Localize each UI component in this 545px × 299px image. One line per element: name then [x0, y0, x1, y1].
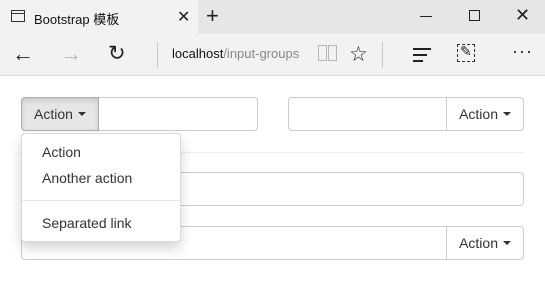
browser-tab[interactable]: Bootstrap 模板 ✕: [0, 0, 198, 34]
minimize-icon[interactable]: [420, 16, 432, 17]
tab-page-icon: [11, 10, 25, 22]
dropdown-menu: Action Another action Separated link: [21, 133, 181, 242]
refresh-icon[interactable]: ↻: [108, 42, 126, 66]
dropdown-item-another-action[interactable]: Another action: [22, 165, 180, 191]
caret-down-icon: [77, 112, 86, 116]
maximize-icon[interactable]: [469, 10, 480, 21]
reading-view-icon[interactable]: [318, 45, 338, 61]
address-bar[interactable]: localhost/input-groups: [172, 46, 299, 61]
title-bar: Bootstrap 模板 ✕ + ✕: [0, 0, 545, 34]
address-separator: [157, 42, 158, 68]
tab-title: Bootstrap 模板: [34, 12, 120, 27]
action-dropdown-button-left[interactable]: Action: [21, 97, 99, 131]
hub-icon[interactable]: [413, 48, 431, 66]
text-input-1[interactable]: [98, 97, 258, 131]
web-note-icon[interactable]: [457, 43, 475, 62]
dropdown-divider: [22, 200, 180, 201]
action-button-label: Action: [34, 106, 73, 122]
favorite-star-icon[interactable]: ☆: [349, 42, 368, 67]
toolbar-separator: [382, 42, 383, 68]
more-icon[interactable]: ···: [512, 41, 533, 62]
address-host: localhost: [172, 46, 224, 61]
action-button-label: Action: [459, 106, 498, 122]
caret-down-icon: [503, 241, 511, 245]
address-path: /input-groups: [223, 46, 300, 61]
caret-down-icon: [503, 112, 511, 116]
text-input-2[interactable]: [288, 97, 447, 131]
new-tab-icon[interactable]: +: [206, 3, 219, 29]
tab-close-icon[interactable]: ✕: [177, 7, 190, 27]
navigation-bar: ← → ↻ localhost/input-groups ☆ ···: [0, 34, 545, 76]
action-dropdown-button-bottom[interactable]: Action: [446, 226, 524, 260]
input-group-dropdown-right: Action: [288, 97, 524, 131]
action-button-label: Action: [459, 235, 498, 251]
forward-arrow-icon[interactable]: →: [60, 42, 82, 66]
action-dropdown-button-right[interactable]: Action: [446, 97, 524, 131]
back-arrow-icon[interactable]: ←: [12, 42, 34, 66]
dropdown-item-action[interactable]: Action: [22, 139, 180, 165]
window-close-icon[interactable]: ✕: [515, 5, 530, 26]
input-group-dropdown-left: Action: [21, 97, 258, 131]
dropdown-item-separated-link[interactable]: Separated link: [22, 210, 180, 236]
